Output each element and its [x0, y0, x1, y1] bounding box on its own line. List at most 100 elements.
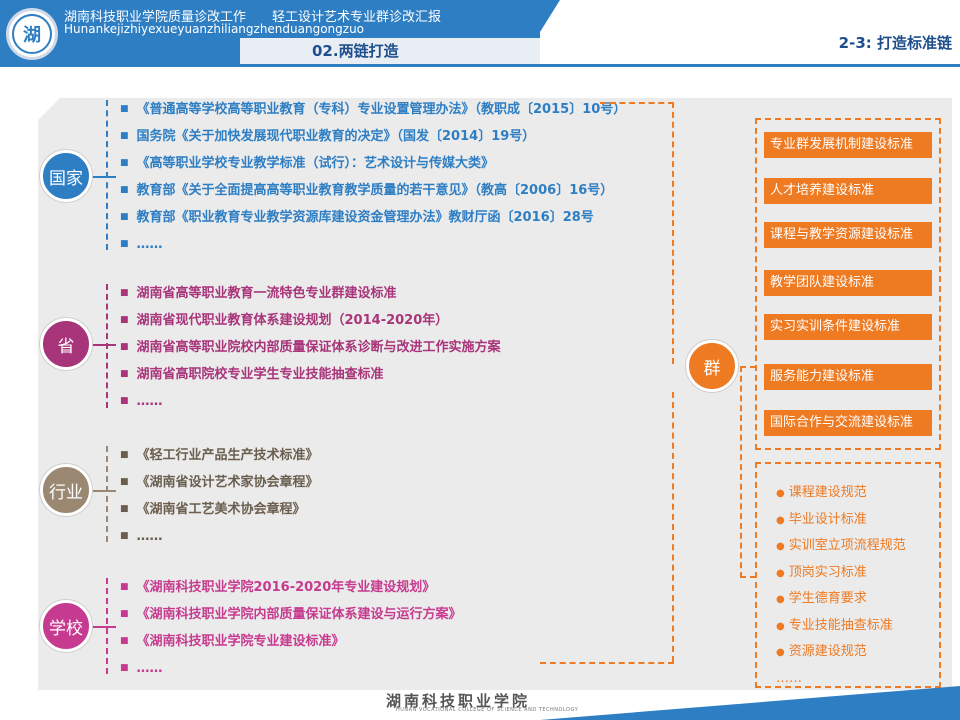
- node-industry: 行业: [40, 464, 92, 516]
- dot-icon: ●: [776, 488, 785, 499]
- province-bracket: [106, 284, 114, 408]
- bullet-icon: ■: [120, 131, 129, 141]
- norm-item: ● 毕业设计标准: [776, 507, 906, 534]
- node-school: 学校: [40, 600, 92, 652]
- dot-icon: ●: [776, 567, 785, 579]
- list-item: ■ ……: [120, 388, 501, 415]
- list-item-text: 《普通高等学校高等职业教育（专科）专业设置管理办法》（教职成〔2015〕10号）: [136, 102, 627, 117]
- list-item: ■ 《湖南省设计艺术家协会章程》: [120, 469, 319, 496]
- list-item-text: 湖南省高等职业院校内部质量保证体系诊断与改进工作实施方案: [136, 340, 501, 355]
- node-province: 省: [40, 318, 92, 370]
- bullet-icon: ■: [120, 104, 129, 114]
- norm-item-text: ……: [776, 670, 802, 686]
- list-item: ■ 《湖南科技职业学院2016-2020年专业建设规划》: [120, 574, 462, 601]
- list-item: ■ 教育部《关于全面提高高等职业教育教学质量的若干意见》（教高〔2006〕16号）: [120, 177, 626, 204]
- list-item: ■ 《湖南省工艺美术协会章程》: [120, 496, 319, 523]
- node-country: 国家: [40, 150, 92, 202]
- dot-icon: ●: [776, 541, 785, 552]
- logo-emblem-icon: 湖: [12, 14, 52, 54]
- list-item-text: 《湖南科技职业学院专业建设标准》: [136, 634, 345, 649]
- bullet-icon: ■: [120, 342, 129, 352]
- norm-item-text: 顶岗实习标准: [788, 564, 867, 580]
- bullet-icon: ■: [120, 315, 129, 325]
- list-item-text: 《湖南省工艺美术协会章程》: [136, 502, 306, 517]
- bullet-icon: ■: [120, 450, 129, 460]
- list-item-text: ……: [136, 394, 163, 409]
- norm-item-text: 专业技能抽查标准: [788, 617, 893, 633]
- list-item: ■ ……: [120, 523, 319, 550]
- list-item-text: ……: [136, 661, 163, 676]
- norm-item-text: 学生德育要求: [788, 591, 867, 606]
- list-item: ■ ……: [120, 655, 462, 682]
- cluster-to-standards-line: [740, 366, 756, 368]
- country-link-vline: [672, 102, 674, 364]
- dot-icon: ●: [776, 647, 785, 658]
- norms-list: ● 课程建设规范 ● 毕业设计标准 ● 实训室立项流程规范 ● 顶岗实习标准 ● 学生德育要求 ● 专…: [776, 480, 906, 692]
- list-item-text: 《湖南省设计艺术家协会章程》: [136, 475, 319, 490]
- bullet-icon: ■: [120, 158, 129, 168]
- bullet-icon: ■: [120, 663, 129, 673]
- norm-item: ● 专业技能抽查标准: [776, 613, 906, 640]
- list-item-text: 教育部《关于全面提高高等职业教育教学质量的若干意见》（教高〔2006〕16号）: [136, 183, 614, 198]
- bullet-icon: ■: [120, 609, 129, 619]
- bullet-icon: ■: [120, 239, 129, 249]
- standard-item: 专业群发展机制建设标准: [764, 132, 932, 158]
- standard-item: 实习实训条件建设标准: [764, 314, 932, 340]
- list-item: ■ 湖南省高等职业院校内部质量保证体系诊断与改进工作实施方案: [120, 334, 501, 361]
- country-link-hline: [600, 102, 674, 104]
- school-list: ■ 《湖南科技职业学院2016-2020年专业建设规划》 ■ 《湖南科技职业学院内部质…: [120, 574, 462, 682]
- bullet-icon: ■: [120, 288, 129, 298]
- bullet-icon: ■: [120, 477, 129, 487]
- norm-item: ● 资源建设规范: [776, 639, 906, 666]
- list-item-text: ……: [136, 237, 163, 252]
- school-link-hline: [540, 662, 674, 664]
- country-list: ■ 《普通高等学校高等职业教育（专科）专业设置管理办法》（教职成〔2015〕10号…: [120, 96, 626, 258]
- school-bracket: [106, 578, 114, 674]
- list-item: ■ 《轻工行业产品生产技术标准》: [120, 442, 319, 469]
- province-list: ■ 湖南省高等职业教育一流特色专业群建设标准 ■ 湖南省现代职业教育体系建设规划（20…: [120, 280, 501, 415]
- standard-item: 服务能力建设标准: [764, 364, 932, 390]
- list-item-text: 《湖南科技职业学院2016-2020年专业建设规划》: [136, 580, 436, 595]
- bullet-icon: ■: [120, 369, 129, 379]
- standard-item: 课程与教学资源建设标准: [764, 222, 932, 248]
- list-item: ■ 教育部《职业教育专业教学资源库建设资金管理办法》教财厅函〔2016〕28号: [120, 204, 626, 231]
- cluster-right-vline: [740, 366, 742, 578]
- list-item-text: 《轻工行业产品生产技术标准》: [136, 448, 319, 463]
- list-item: ■ 湖南省高等职业教育一流特色专业群建设标准: [120, 280, 501, 307]
- list-item: ■ 湖南省高职院校专业学生专业技能抽查标准: [120, 361, 501, 388]
- list-item-text: ……: [136, 529, 163, 544]
- footer-arrow-shape: [540, 686, 960, 720]
- cluster-link-vline-lower: [672, 392, 674, 662]
- norm-item-text: 实训室立项流程规范: [788, 538, 906, 553]
- bullet-icon: ■: [120, 531, 129, 541]
- standard-item: 国际合作与交流建设标准: [764, 410, 932, 436]
- page-tag: 2-3: 打造标准链: [838, 34, 952, 52]
- list-item: ■ ……: [120, 231, 626, 258]
- panel-corner-cut: [38, 98, 60, 120]
- header-pinyin: Hunankejizhiyexueyuanzhiliangzhenduangon…: [64, 22, 365, 36]
- list-item-text: 教育部《职业教育专业教学资源库建设资金管理办法》教财厅函〔2016〕28号: [136, 210, 594, 225]
- norm-item: ● 学生德育要求: [776, 586, 906, 613]
- list-item-text: 湖南省高等职业教育一流特色专业群建设标准: [136, 286, 397, 301]
- list-item: ■ 国务院《关于加快发展现代职业教育的决定》（国发〔2014〕19号）: [120, 123, 626, 150]
- norm-item: ● 顶岗实习标准: [776, 560, 906, 587]
- industry-list: ■ 《轻工行业产品生产技术标准》 ■ 《湖南省设计艺术家协会章程》 ■ 《湖南省工艺美术协…: [120, 442, 319, 550]
- section-title: 02.两链打造: [312, 42, 399, 60]
- list-item: ■ 《湖南科技职业学院专业建设标准》: [120, 628, 462, 655]
- standard-item: 人才培养建设标准: [764, 178, 932, 204]
- list-item-text: 《湖南科技职业学院内部质量保证体系建设与运行方案》: [136, 607, 462, 622]
- country-bracket: [106, 100, 114, 250]
- standard-item: 教学团队建设标准: [764, 270, 932, 296]
- dot-icon: ●: [776, 620, 785, 632]
- header-stripe: [0, 64, 960, 67]
- list-item-text: 湖南省高职院校专业学生专业技能抽查标准: [136, 367, 384, 382]
- list-item-text: 国务院《关于加快发展现代职业教育的决定》（国发〔2014〕19号）: [136, 129, 536, 144]
- norm-item-text: 资源建设规范: [788, 644, 867, 659]
- industry-bracket: [106, 446, 114, 542]
- list-item: ■ 《普通高等学校高等职业教育（专科）专业设置管理办法》（教职成〔2015〕10号…: [120, 96, 626, 123]
- list-item: ■ 湖南省现代职业教育体系建设规划（2014-2020年）: [120, 307, 501, 334]
- school-logo: 湖: [6, 8, 58, 60]
- norm-item: ● 实训室立项流程规范: [776, 533, 906, 560]
- dot-icon: ●: [776, 514, 785, 526]
- bullet-icon: ■: [120, 212, 129, 222]
